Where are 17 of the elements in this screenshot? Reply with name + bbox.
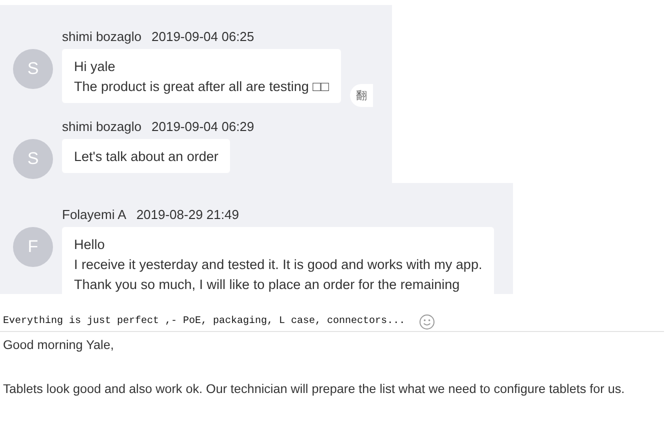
email-body: Tablets look good and also work ok. Our technician will prepare the list what we need to configure tablets for us. [3, 382, 626, 396]
message-time: 2019-09-04 06:25 [152, 29, 254, 44]
avatar: S [13, 139, 53, 179]
sender-name: shimi bozaglo [62, 29, 142, 44]
message-time: 2019-08-29 21:49 [136, 207, 239, 222]
translate-button[interactable]: 翻 [350, 84, 373, 107]
message-bubble: Let's talk about an order [62, 139, 230, 173]
sender-name: shimi bozaglo [62, 119, 142, 134]
email-greeting: Good morning Yale, [3, 338, 115, 352]
avatar: S [13, 49, 53, 89]
message-bubble: Hi yale The product is great after all are testing □□ [62, 49, 341, 103]
message-bubble: Hello I receive it yesterday and tested it. It is good and works with my app. Thank you so much, I will like to place an order for the remaining [62, 227, 494, 294]
smiley-icon[interactable] [419, 314, 436, 330]
comment-text: Everything is just perfect ,- PoE, packaging, L case, connectors... [3, 316, 406, 327]
message-time: 2019-09-04 06:29 [152, 119, 254, 134]
avatar: F [13, 227, 53, 267]
sender-name: Folayemi A [62, 207, 126, 222]
